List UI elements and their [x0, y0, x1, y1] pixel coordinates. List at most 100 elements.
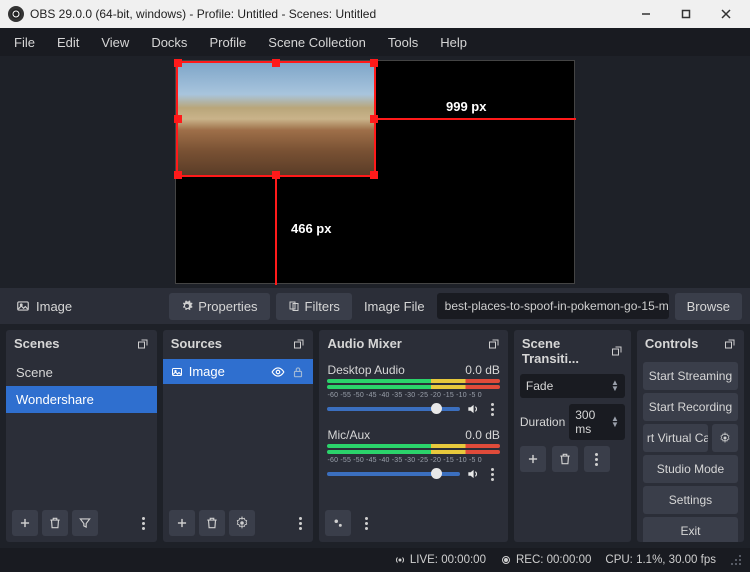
transition-more-button[interactable]	[584, 446, 610, 472]
menu-tools[interactable]: Tools	[378, 31, 428, 54]
width-guide-line	[376, 118, 576, 120]
maximize-button[interactable]	[666, 2, 706, 26]
channel-name: Mic/Aux	[327, 428, 370, 442]
select-stepper[interactable]: ▲▼	[611, 380, 619, 392]
menu-docks[interactable]: Docks	[141, 31, 197, 54]
channel-more-button[interactable]	[486, 468, 500, 481]
start-recording-button[interactable]: Start Recording	[643, 393, 738, 421]
source-properties-button[interactable]	[229, 510, 255, 536]
undock-icon[interactable]	[137, 338, 149, 350]
sources-panel: Sources Image	[163, 330, 314, 542]
image-file-label: Image File	[358, 299, 431, 314]
eye-icon[interactable]	[271, 365, 285, 379]
volume-slider[interactable]	[327, 472, 459, 476]
duration-stepper[interactable]: ▲▼	[611, 416, 619, 428]
menu-file[interactable]: File	[4, 31, 45, 54]
delete-source-button[interactable]	[199, 510, 225, 536]
speaker-icon[interactable]	[466, 402, 480, 416]
minimize-button[interactable]	[626, 2, 666, 26]
settings-button[interactable]: Settings	[643, 486, 738, 514]
level-meter	[327, 444, 499, 448]
mixer-panel-head: Audio Mixer	[319, 330, 507, 357]
preview-canvas[interactable]: 999 px 466 px	[175, 60, 575, 284]
delete-transition-button[interactable]	[552, 446, 578, 472]
live-status: LIVE: 00:00:00	[394, 554, 486, 566]
scenes-panel-head: Scenes	[6, 330, 157, 357]
broadcast-icon	[394, 554, 406, 566]
preview-area[interactable]: 999 px 466 px	[0, 56, 750, 288]
width-label: 999 px	[446, 99, 486, 114]
undock-icon[interactable]	[488, 338, 500, 350]
record-icon	[500, 554, 512, 566]
meter-ticks: -60 -55 -50 -45 -40 -35 -30 -25 -20 -15 …	[327, 457, 499, 464]
slider-knob[interactable]	[431, 403, 442, 414]
menu-profile[interactable]: Profile	[199, 31, 256, 54]
menu-edit[interactable]: Edit	[47, 31, 89, 54]
menu-view[interactable]: View	[91, 31, 139, 54]
mixer-list: Desktop Audio 0.0 dB -60 -55 -50 -45 -40…	[319, 357, 507, 504]
properties-button[interactable]: Properties	[169, 293, 269, 320]
browse-button[interactable]: Browse	[675, 293, 742, 320]
channel-more-button[interactable]	[486, 403, 500, 416]
obs-logo-icon	[8, 6, 24, 22]
mixer-channel-mic: Mic/Aux 0.0 dB -60 -55 -50 -45 -40 -35 -…	[319, 424, 507, 489]
height-label: 466 px	[291, 221, 331, 236]
transition-select[interactable]: Fade ▲▼	[520, 374, 625, 398]
scene-item[interactable]: Scene	[6, 359, 157, 386]
resize-handle-n[interactable]	[272, 59, 280, 67]
image-file-input[interactable]: best-places-to-spoof-in-pokemon-go-15-mi…	[437, 293, 669, 319]
filters-button[interactable]: Filters	[276, 293, 352, 320]
resize-handle-sw[interactable]	[174, 171, 182, 179]
transitions-panel-head: Scene Transiti...	[514, 330, 631, 372]
resize-handle-w[interactable]	[174, 115, 182, 123]
volume-slider[interactable]	[327, 407, 459, 411]
scenes-more-button[interactable]	[137, 517, 151, 530]
undock-icon[interactable]	[724, 338, 736, 350]
window-titlebar: OBS 29.0.0 (64-bit, windows) - Profile: …	[0, 0, 750, 28]
start-streaming-button[interactable]: Start Streaming	[643, 362, 738, 390]
menu-scene-collection[interactable]: Scene Collection	[258, 31, 376, 54]
menu-help[interactable]: Help	[430, 31, 477, 54]
mixer-more-button[interactable]	[359, 517, 373, 530]
scene-filter-button[interactable]	[72, 510, 98, 536]
virtual-cam-settings-button[interactable]	[712, 424, 738, 452]
slider-knob[interactable]	[431, 468, 442, 479]
level-meter	[327, 379, 499, 383]
close-button[interactable]	[706, 2, 746, 26]
add-scene-button[interactable]	[12, 510, 38, 536]
sources-more-button[interactable]	[293, 517, 307, 530]
resize-handle-nw[interactable]	[174, 59, 182, 67]
properties-label: Properties	[198, 299, 257, 314]
resize-handle-se[interactable]	[370, 171, 378, 179]
source-label: Image	[8, 295, 80, 318]
virtual-cam-button[interactable]: rt Virtual Cam	[643, 424, 708, 452]
level-meter	[327, 450, 499, 454]
scenes-footer	[6, 504, 157, 542]
undock-icon[interactable]	[611, 345, 623, 357]
titlebar-left: OBS 29.0.0 (64-bit, windows) - Profile: …	[8, 6, 376, 22]
studio-mode-button[interactable]: Studio Mode	[643, 455, 738, 483]
controls-title: Controls	[645, 336, 698, 351]
speaker-icon[interactable]	[466, 467, 480, 481]
transitions-title: Scene Transiti...	[522, 336, 611, 366]
image-icon	[16, 299, 30, 313]
duration-input[interactable]: 300 ms ▲▼	[569, 404, 625, 440]
resize-handle-ne[interactable]	[370, 59, 378, 67]
sources-footer	[163, 504, 314, 542]
mixer-settings-button[interactable]	[325, 510, 351, 536]
menubar: File Edit View Docks Profile Scene Colle…	[0, 28, 750, 56]
channel-level: 0.0 dB	[465, 428, 500, 442]
mixer-footer	[319, 504, 507, 542]
scene-item-selected[interactable]: Wondershare	[6, 386, 157, 413]
lock-icon[interactable]	[291, 365, 305, 379]
resize-grip-icon[interactable]	[730, 554, 742, 566]
duration-label: Duration	[520, 415, 565, 429]
add-transition-button[interactable]	[520, 446, 546, 472]
add-source-button[interactable]	[169, 510, 195, 536]
undock-icon[interactable]	[293, 338, 305, 350]
delete-scene-button[interactable]	[42, 510, 68, 536]
selected-source-bounds[interactable]	[176, 61, 376, 177]
channel-name: Desktop Audio	[327, 363, 404, 377]
source-item-selected[interactable]: Image	[163, 359, 314, 384]
exit-button[interactable]: Exit	[643, 517, 738, 542]
